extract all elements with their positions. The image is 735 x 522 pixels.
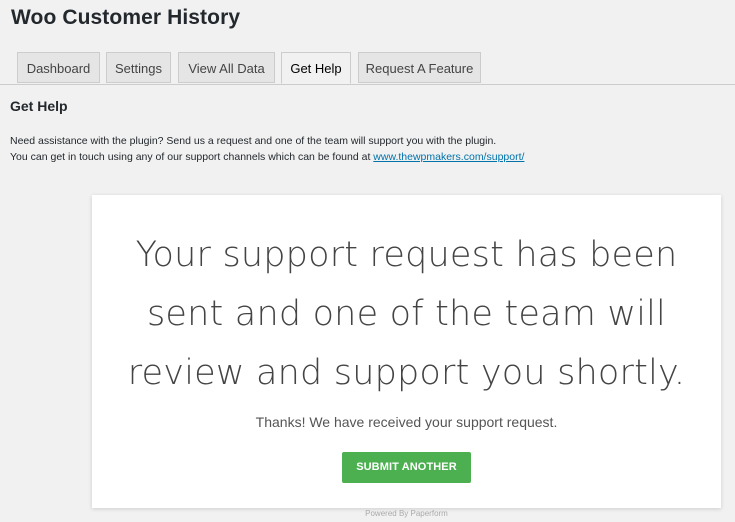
- submit-another-button[interactable]: SUBMIT ANOTHER: [342, 452, 471, 483]
- help-description-line1: Need assistance with the plugin? Send us…: [10, 135, 497, 147]
- page-title: Woo Customer History: [11, 6, 241, 29]
- powered-by-text: Powered By Paperform: [365, 509, 448, 518]
- help-description: Need assistance with the plugin? Send us…: [10, 133, 524, 165]
- page: Woo Customer History Dashboard Settings …: [0, 0, 735, 522]
- tab-view-all-data[interactable]: View All Data: [178, 52, 275, 83]
- help-description-prefix: You can get in touch using any of our su…: [10, 151, 374, 163]
- confirmation-card: Your support request has been sent and o…: [92, 195, 721, 508]
- help-description-line2: You can get in touch using any of our su…: [10, 149, 524, 165]
- confirmation-message-line3: review and support you shortly.: [127, 353, 686, 393]
- confirmation-message: Your support request has been sent and o…: [92, 226, 721, 403]
- section-heading: Get Help: [10, 98, 68, 114]
- thanks-text: Thanks! We have received your support re…: [255, 414, 558, 430]
- tab-request-a-feature[interactable]: Request A Feature: [358, 52, 481, 83]
- tab-settings[interactable]: Settings: [106, 52, 171, 83]
- support-link[interactable]: www.thewpmakers.com/support/: [373, 151, 524, 163]
- tab-bar: Dashboard Settings View All Data Get Hel…: [0, 52, 735, 85]
- tab-dashboard[interactable]: Dashboard: [17, 52, 100, 83]
- confirmation-message-line2: sent and one of the team will: [147, 294, 666, 334]
- tab-get-help[interactable]: Get Help: [281, 52, 351, 84]
- confirmation-message-line1: Your support request has been: [135, 235, 678, 275]
